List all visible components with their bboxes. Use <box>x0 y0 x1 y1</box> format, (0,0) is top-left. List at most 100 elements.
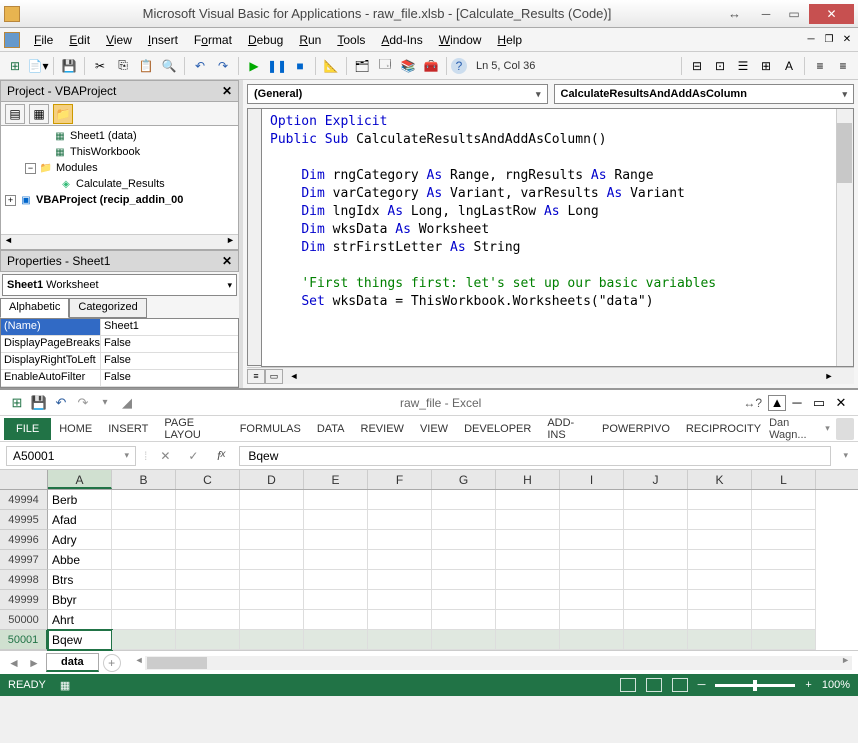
user-name[interactable]: Dan Wagn... <box>769 417 819 441</box>
tab-home[interactable]: HOME <box>51 419 100 439</box>
break-button[interactable]: ❚❚ <box>266 55 288 77</box>
row-header[interactable]: 50001 <box>0 630 48 650</box>
cell[interactable]: Bqew <box>48 630 112 650</box>
excel-minimize-button[interactable]: ─ <box>786 392 808 414</box>
cell[interactable] <box>240 570 304 590</box>
project-panel-close-icon[interactable]: ✕ <box>222 84 232 98</box>
cut-button[interactable]: ✂ <box>89 55 111 77</box>
margin-indicator-bar[interactable] <box>247 108 261 366</box>
tree-calc[interactable]: Calculate_Results <box>76 178 165 190</box>
tab-review[interactable]: REVIEW <box>353 419 412 439</box>
edit-tb-4[interactable]: ⊞ <box>755 55 777 77</box>
enter-icon[interactable]: ✓ <box>183 449 203 463</box>
menu-addins[interactable]: Add-Ins <box>373 31 430 49</box>
zoom-slider[interactable] <box>715 684 795 687</box>
reset-button[interactable]: ■ <box>289 55 311 77</box>
copy-button[interactable]: ⎘ <box>112 55 134 77</box>
cell[interactable] <box>688 550 752 570</box>
prop-key[interactable]: DisplayRightToLeft <box>1 353 101 369</box>
cell[interactable] <box>560 530 624 550</box>
cell[interactable] <box>112 570 176 590</box>
code-vscrollbar[interactable] <box>836 109 853 366</box>
cell[interactable] <box>304 590 368 610</box>
excel-grid[interactable]: A B C D E F G H I J K L 49994Berb49995Af… <box>0 470 858 650</box>
cell[interactable] <box>176 630 240 650</box>
prop-key[interactable]: DisplayPageBreaks <box>1 336 101 352</box>
cell[interactable] <box>496 510 560 530</box>
cell[interactable] <box>432 510 496 530</box>
properties-object-select[interactable]: Sheet1 Worksheet ▾ <box>2 274 237 296</box>
cell[interactable] <box>752 530 816 550</box>
toggle-folders-button[interactable]: 📁 <box>53 104 73 124</box>
col-header[interactable]: A <box>48 470 112 489</box>
cell[interactable] <box>176 510 240 530</box>
cell[interactable] <box>688 590 752 610</box>
table-row[interactable]: 49999Bbyr <box>0 590 858 610</box>
cell[interactable] <box>240 610 304 630</box>
cell[interactable] <box>560 510 624 530</box>
resize-grip-icon[interactable] <box>840 369 854 383</box>
view-object-button[interactable]: ▦ <box>29 104 49 124</box>
excel-app-icon[interactable]: ⊞ <box>6 392 28 414</box>
table-row[interactable]: 49998Btrs <box>0 570 858 590</box>
close-button[interactable]: ✕ <box>809 4 854 24</box>
cell[interactable] <box>752 590 816 610</box>
col-header[interactable]: E <box>304 470 368 489</box>
cell[interactable] <box>752 630 816 650</box>
menu-file[interactable]: File <box>26 31 61 49</box>
properties-grid[interactable]: (Name)Sheet1 DisplayPageBreaksFalse Disp… <box>0 318 239 388</box>
cell[interactable] <box>304 490 368 510</box>
cell[interactable] <box>368 570 432 590</box>
cell[interactable] <box>688 490 752 510</box>
paste-button[interactable]: 📋 <box>135 55 157 77</box>
minimize-button[interactable]: ─ <box>753 4 779 24</box>
cell[interactable] <box>688 510 752 530</box>
project-tree[interactable]: ▦Sheet1 (data) ▦ThisWorkbook −📁Modules ◈… <box>0 126 239 250</box>
mdi-close-button[interactable]: ✕ <box>840 33 854 47</box>
menu-debug[interactable]: Debug <box>240 31 291 49</box>
tree-scroll-right[interactable]: ► <box>223 235 238 249</box>
row-header[interactable]: 49994 <box>0 490 48 510</box>
cell[interactable]: Btrs <box>48 570 112 590</box>
tab-developer[interactable]: DEVELOPER <box>456 419 539 439</box>
expand-icon[interactable]: + <box>5 195 16 206</box>
cell[interactable] <box>432 630 496 650</box>
collapse-icon[interactable]: − <box>25 163 36 174</box>
menu-tools[interactable]: Tools <box>329 31 373 49</box>
cell[interactable] <box>432 490 496 510</box>
menu-window[interactable]: Window <box>431 31 490 49</box>
menu-run[interactable]: Run <box>291 31 329 49</box>
cell[interactable] <box>368 490 432 510</box>
cell[interactable] <box>432 530 496 550</box>
procedure-view-button[interactable]: ≡ <box>247 369 265 384</box>
select-all-corner[interactable] <box>0 470 48 489</box>
view-code-button[interactable]: ▤ <box>5 104 25 124</box>
cell[interactable] <box>624 510 688 530</box>
zoom-out-button[interactable]: ─ <box>698 679 706 691</box>
tab-pagelayout[interactable]: PAGE LAYOU <box>156 413 231 445</box>
cell[interactable] <box>560 590 624 610</box>
mdi-restore-button[interactable]: ❐ <box>822 33 836 47</box>
cell[interactable] <box>304 550 368 570</box>
tree-sheet1[interactable]: Sheet1 (data) <box>70 130 137 142</box>
tab-formulas[interactable]: FORMULAS <box>232 419 309 439</box>
cell[interactable] <box>624 550 688 570</box>
cell[interactable] <box>496 610 560 630</box>
save-button[interactable]: 💾 <box>28 392 50 414</box>
sheet-tab-data[interactable]: data <box>46 653 99 672</box>
excel-close-button[interactable]: ✕ <box>830 392 852 414</box>
properties-panel-close-icon[interactable]: ✕ <box>222 254 232 268</box>
row-header[interactable]: 49997 <box>0 550 48 570</box>
cell[interactable] <box>432 590 496 610</box>
tab-categorized[interactable]: Categorized <box>69 298 146 318</box>
edit-tb-3[interactable]: ☰ <box>732 55 754 77</box>
menu-edit[interactable]: Edit <box>61 31 98 49</box>
cell[interactable] <box>368 630 432 650</box>
resize-handle-icon[interactable]: ↔ <box>728 6 741 21</box>
col-header[interactable]: B <box>112 470 176 489</box>
properties-button[interactable]: 🗔 <box>374 55 396 77</box>
cell[interactable] <box>560 610 624 630</box>
col-header[interactable]: H <box>496 470 560 489</box>
design-mode-button[interactable]: 📐 <box>320 55 342 77</box>
cell[interactable] <box>112 550 176 570</box>
